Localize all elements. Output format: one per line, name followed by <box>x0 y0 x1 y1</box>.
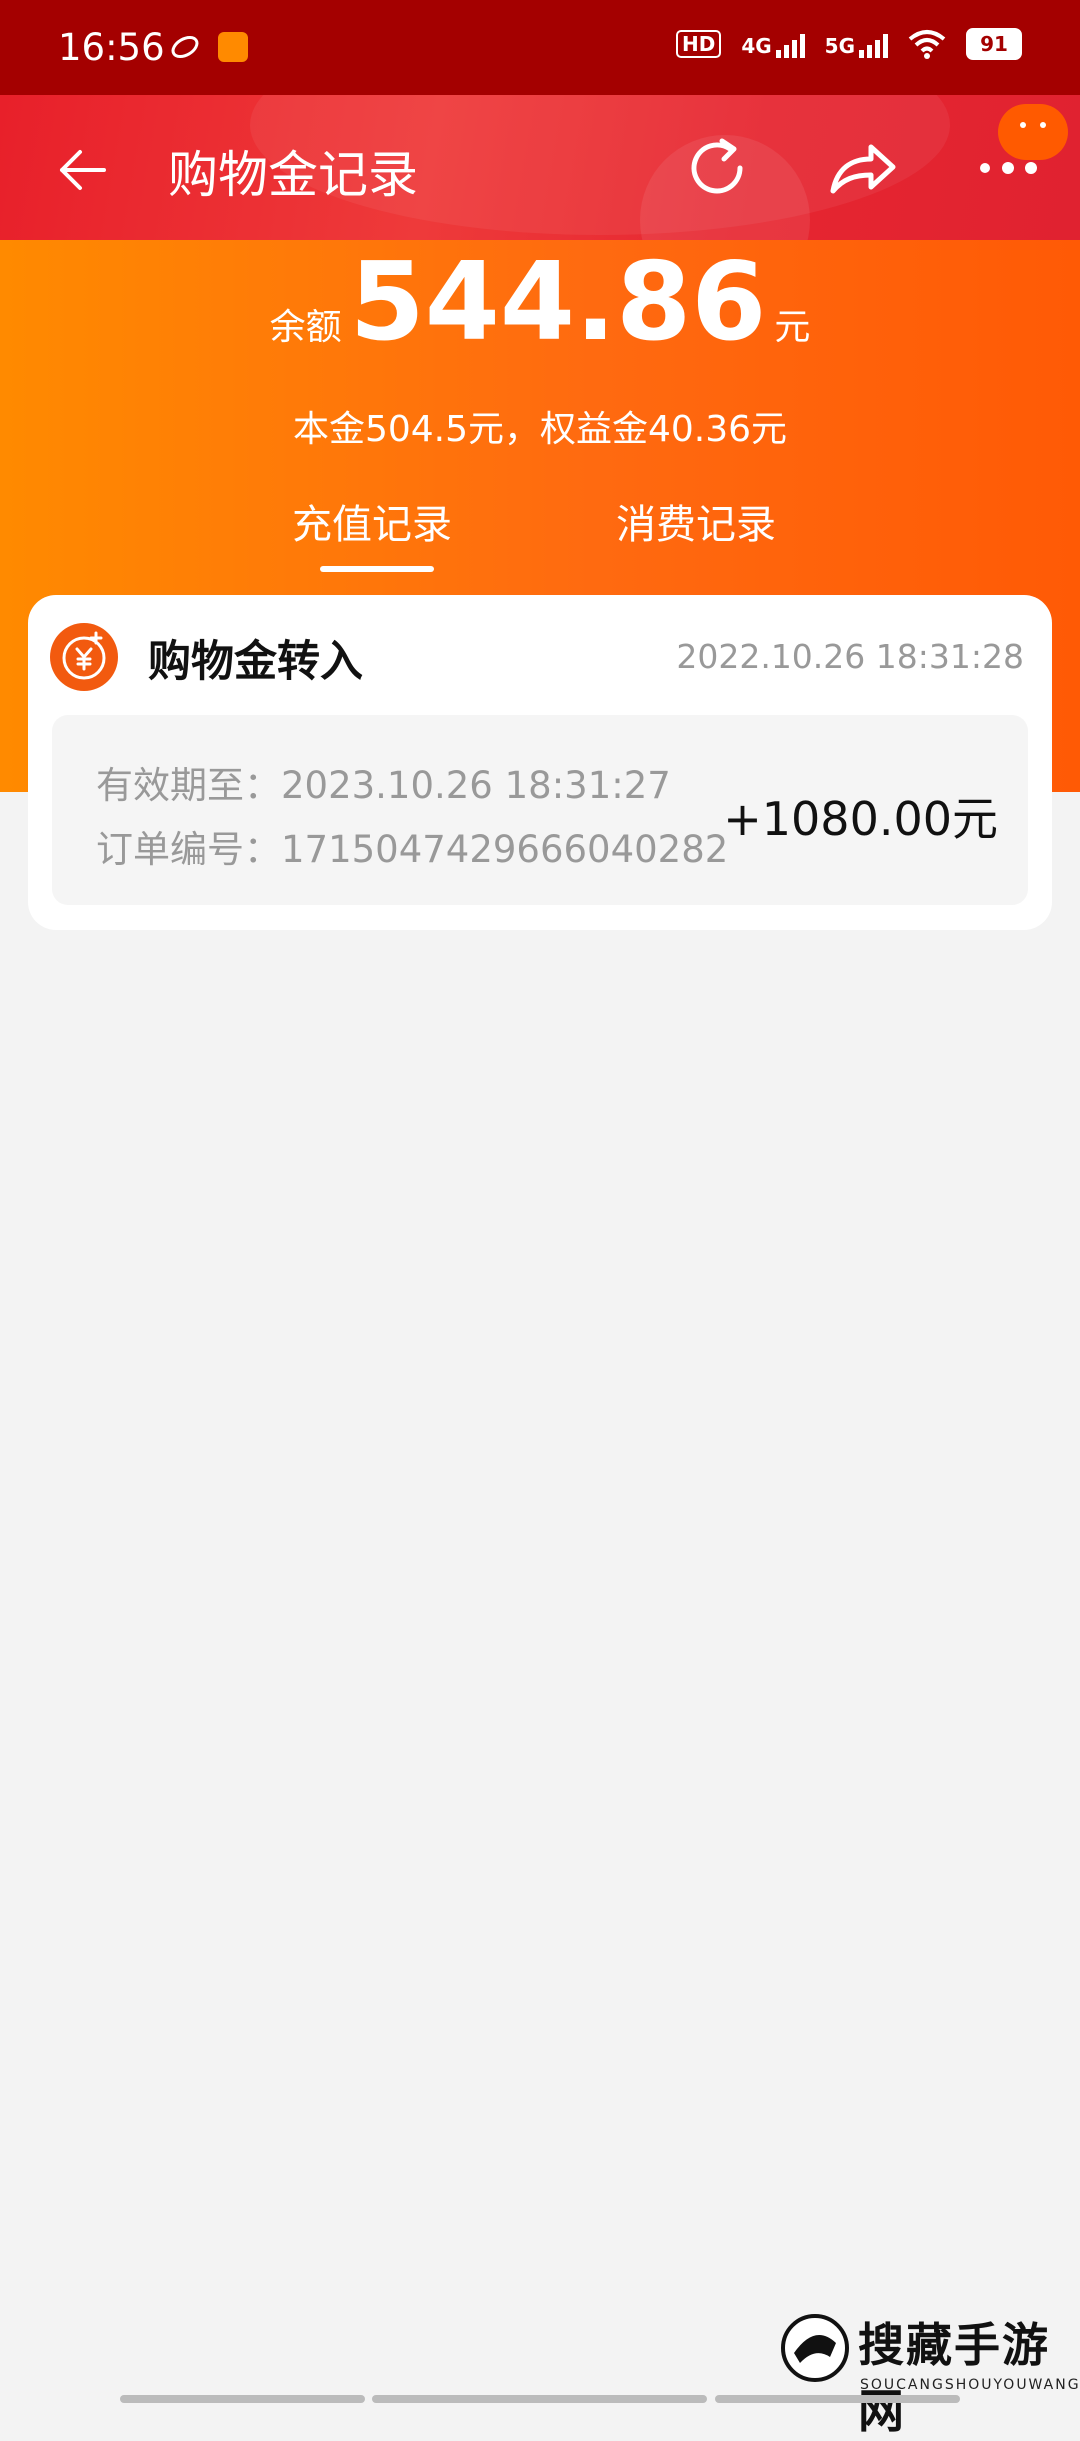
record-order-number: 订单编号：1715047429666040282 <box>96 828 729 871</box>
active-tab-indicator <box>320 566 434 572</box>
refresh-icon[interactable] <box>682 133 752 203</box>
record-valid-until: 有效期至：2023.10.26 18:31:27 <box>96 764 671 807</box>
taobao-notification-icon <box>218 32 248 62</box>
signal-4g-icon: 4G <box>741 30 805 58</box>
watermark-subtext: SOUCANGSHOUYOUWANG <box>860 2377 1080 2393</box>
balance-unit: 元 <box>774 307 811 348</box>
battery-icon: 91 <box>966 28 1022 60</box>
signal-5g-icon: 5G <box>825 30 888 58</box>
app-notification-icon <box>170 32 200 62</box>
record-time: 2022.10.26 18:31:28 <box>676 637 1024 676</box>
floating-assistant-icon[interactable] <box>998 104 1068 160</box>
status-time: 16:56 <box>58 26 165 69</box>
gesture-bar-segment <box>120 2395 365 2403</box>
status-bar: 16:56 HD 4G 5G 91 <box>0 0 1080 95</box>
hd-icon: HD <box>675 30 722 58</box>
app-header: 购物金记录 <box>0 95 1080 240</box>
balance-value: 544.86 <box>349 240 767 365</box>
record-amount: +1080.00元 <box>723 792 998 846</box>
balance-row: 余额544.86 元 <box>0 240 1080 365</box>
watermark-logo-icon <box>781 2314 849 2382</box>
tab-consumption-records[interactable]: 消费记录 <box>616 492 776 550</box>
record-card[interactable]: 购物金转入 2022.10.26 18:31:28 有效期至：2023.10.2… <box>28 595 1052 930</box>
coin-transfer-icon <box>50 623 118 691</box>
share-icon[interactable] <box>825 133 900 203</box>
back-arrow-icon[interactable] <box>52 140 112 200</box>
record-detail: 有效期至：2023.10.26 18:31:27 订单编号：1715047429… <box>52 715 1028 905</box>
record-title: 购物金转入 <box>148 637 363 687</box>
gesture-bar-segment <box>372 2395 707 2403</box>
gesture-bar-segment <box>715 2395 960 2403</box>
balance-breakdown: 本金504.5元，权益金40.36元 <box>292 409 788 450</box>
status-icons: HD 4G 5G 91 <box>675 28 1022 60</box>
page-title: 购物金记录 <box>168 146 418 204</box>
tab-recharge-records[interactable]: 充值记录 <box>292 492 452 550</box>
watermark: 搜藏手游网 SOUCANGSHOUYOUWANG <box>780 2305 1079 2438</box>
balance-label: 余额 <box>269 307 342 348</box>
wifi-icon <box>908 30 946 59</box>
watermark-text: 搜藏手游网 <box>858 2318 1050 2438</box>
